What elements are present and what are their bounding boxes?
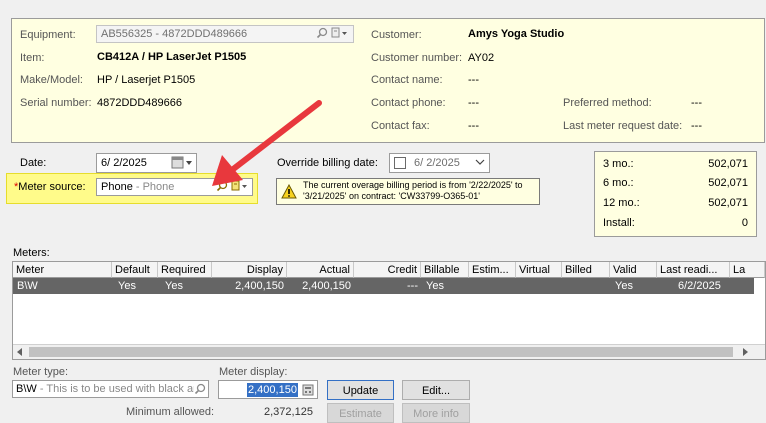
scrollbar-thumb[interactable] [29, 347, 733, 357]
cell-billable: Yes [426, 280, 444, 292]
minimum-allowed-label: Minimum allowed: [126, 406, 215, 418]
contact-name-label: Contact name: [371, 74, 443, 86]
lookup-menu-icon[interactable] [331, 27, 349, 39]
customer-number-label: Customer number: [371, 52, 463, 64]
stat-3mo-value: 502,071 [708, 158, 748, 170]
col-estimated[interactable]: Estim... [469, 262, 516, 278]
edit-button[interactable]: Edit... [402, 380, 470, 400]
chevron-down-icon[interactable] [475, 156, 485, 168]
col-last-extra[interactable]: La [730, 262, 765, 278]
customer-value: Amys Yoga Studio [468, 28, 565, 40]
contact-name-value: --- [468, 74, 479, 86]
col-required[interactable]: Required [158, 262, 212, 278]
meters-title: Meters: [13, 247, 50, 259]
equipment-field[interactable]: AB556325 - 4872DDD489666 [96, 25, 354, 43]
search-icon[interactable] [316, 27, 328, 39]
meter-source-label-wrap: *Meter source: [14, 181, 86, 193]
col-actual[interactable]: Actual [287, 262, 354, 278]
col-billed[interactable]: Billed [562, 262, 610, 278]
meter-display-field[interactable]: 2,400,150 [218, 380, 318, 399]
cell-actual: 2,400,150 [302, 280, 351, 292]
meters-grid[interactable]: Meter Default Required Display Actual Cr… [12, 261, 766, 360]
cell-last-reading: 6/2/2025 [678, 280, 721, 292]
equipment-label: Equipment: [20, 29, 76, 41]
table-row[interactable]: B\W Yes Yes 2,400,150 2,400,150 --- Yes … [13, 278, 754, 294]
cell-default: Yes [118, 280, 136, 292]
make-model-value: HP / Laserjet P1505 [97, 74, 196, 86]
preferred-method-value: --- [691, 97, 702, 109]
col-default[interactable]: Default [112, 262, 158, 278]
estimate-button[interactable]: Estimate [327, 403, 394, 423]
meter-source-value: Phone [101, 181, 133, 193]
horizontal-scrollbar[interactable] [13, 344, 765, 359]
contact-fax-label: Contact fax: [371, 120, 430, 132]
contact-phone-label: Contact phone: [371, 97, 446, 109]
customer-number-value: AY02 [468, 52, 495, 64]
scroll-right-icon[interactable] [741, 348, 749, 356]
stat-install-label: Install: [603, 217, 635, 229]
col-display[interactable]: Display [212, 262, 287, 278]
stat-install-value: 0 [741, 217, 748, 229]
equipment-value: AB556325 - 4872DDD489666 [101, 28, 248, 40]
preferred-method-label: Preferred method: [563, 97, 652, 109]
meter-type-hint: - This is to be used with black an [36, 383, 200, 395]
meter-source-label: Meter source: [18, 181, 86, 193]
item-value: CB412A / HP LaserJet P1505 [97, 51, 247, 63]
cell-display: 2,400,150 [235, 280, 284, 292]
stat-6mo-label: 6 mo.: [603, 177, 634, 189]
scroll-left-icon[interactable] [16, 348, 24, 356]
date-value: 6/ 2/2025 [101, 157, 147, 169]
calculator-icon[interactable] [302, 384, 314, 396]
meter-type-field[interactable]: B\W - This is to be used with black an [12, 380, 209, 398]
meter-source-field[interactable]: Phone - Phone [96, 178, 253, 196]
billing-period-warning: The current overage billing period is fr… [276, 178, 540, 205]
meter-display-value: 2,400,150 [247, 383, 298, 397]
usage-stats-panel: 3 mo.: 502,071 6 mo.: 502,071 12 mo.: 50… [594, 151, 757, 237]
last-meter-request-label: Last meter request date: [563, 120, 683, 132]
minimum-allowed-value: 2,372,125 [264, 406, 313, 418]
meter-type-value: B\W [16, 383, 37, 395]
item-label: Item: [20, 52, 45, 64]
col-virtual[interactable]: Virtual [516, 262, 562, 278]
cell-required: Yes [165, 280, 183, 292]
meter-source-hint: - Phone [132, 181, 175, 193]
stat-12mo-label: 12 mo.: [603, 197, 640, 209]
last-meter-request-value: --- [691, 120, 702, 132]
override-billing-date-label: Override billing date: [277, 157, 378, 169]
date-label: Date: [20, 157, 47, 169]
date-picker[interactable]: 6/ 2/2025 [96, 153, 197, 173]
more-info-button[interactable]: More info [402, 403, 470, 423]
make-model-label: Make/Model: [20, 74, 83, 86]
stat-6mo-value: 502,071 [708, 177, 748, 189]
col-valid[interactable]: Valid [610, 262, 657, 278]
override-billing-date-picker[interactable]: 6/ 2/2025 [389, 153, 490, 173]
warning-icon [281, 184, 297, 199]
customer-label: Customer: [371, 29, 422, 41]
meter-display-label: Meter display: [219, 366, 288, 378]
contact-phone-value: --- [468, 97, 479, 109]
warning-line-1: The current overage billing period is fr… [303, 180, 523, 190]
col-last-reading[interactable]: Last readi... [657, 262, 730, 278]
override-billing-checkbox[interactable] [394, 157, 406, 169]
update-button[interactable]: Update [327, 380, 394, 400]
lookup-menu-icon[interactable] [231, 180, 249, 192]
search-icon[interactable] [194, 383, 206, 395]
search-icon[interactable] [216, 180, 228, 192]
col-credit[interactable]: Credit [354, 262, 421, 278]
calendar-icon[interactable] [171, 156, 193, 169]
stat-12mo-value: 502,071 [708, 197, 748, 209]
col-billable[interactable]: Billable [421, 262, 469, 278]
warning-line-2: '3/21/2025' on contract: 'CW33799-O365-0… [303, 191, 480, 201]
serial-number-value: 4872DDD489666 [97, 97, 183, 109]
cell-meter: B\W [17, 280, 38, 292]
meter-type-label: Meter type: [13, 366, 69, 378]
cell-valid: Yes [615, 280, 633, 292]
override-billing-date-value: 6/ 2/2025 [414, 157, 460, 169]
cell-credit: --- [407, 280, 418, 292]
contact-fax-value: --- [468, 120, 479, 132]
serial-number-label: Serial number: [20, 97, 92, 109]
stat-3mo-label: 3 mo.: [603, 158, 634, 170]
col-meter[interactable]: Meter [13, 262, 112, 278]
